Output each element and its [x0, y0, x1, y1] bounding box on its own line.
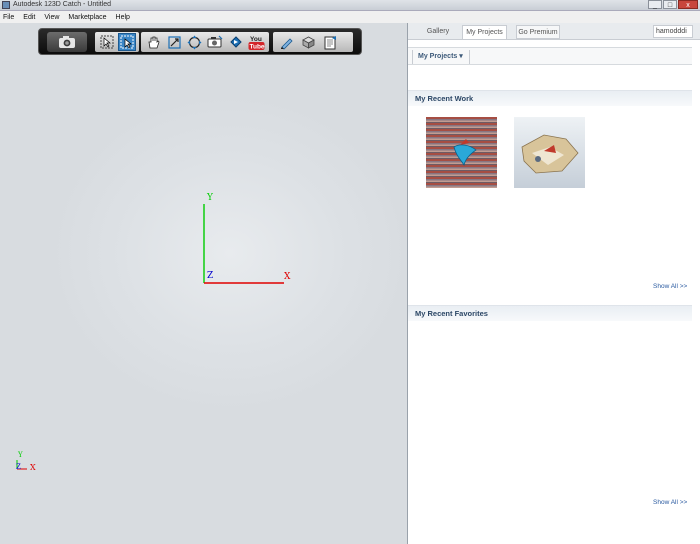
camera-view-icon	[207, 35, 223, 48]
mini-x-axis-label: X	[30, 463, 36, 472]
mini-z-axis-label: Z	[16, 463, 21, 471]
export-icon	[301, 36, 315, 49]
maximize-button[interactable]: □	[663, 0, 677, 9]
window-title: Autodesk 123D Catch - Untitled	[13, 1, 112, 8]
main-toolbar: You Tube	[38, 28, 362, 55]
title-bar: Autodesk 123D Catch - Untitled _ □ x	[0, 0, 700, 11]
orbit-icon	[187, 35, 202, 49]
select-box-tool-button[interactable]	[117, 33, 136, 51]
axis-gizmo	[16, 204, 284, 470]
menu-marketplace[interactable]: Marketplace	[68, 14, 106, 21]
my-projects-dropdown[interactable]: My Projects ▾	[412, 50, 470, 64]
recent-work-thumbnail-1[interactable]	[426, 117, 497, 188]
close-button[interactable]: x	[678, 0, 698, 9]
side-panel: Gallery My Projects Go Premium hamodddi …	[407, 23, 700, 544]
youtube-button[interactable]: You Tube	[247, 33, 266, 51]
menu-help[interactable]: Help	[116, 14, 130, 21]
navigation-tools: You Tube	[141, 32, 269, 52]
menu-edit[interactable]: Edit	[23, 14, 35, 21]
project-thumbnail-rug	[426, 117, 497, 188]
capture-button[interactable]	[47, 32, 87, 52]
recent-favorites-heading: My Recent Favorites	[408, 305, 692, 321]
minimize-button[interactable]: _	[648, 0, 662, 9]
pen-icon	[280, 37, 293, 50]
video-icon	[230, 36, 242, 48]
menu-view[interactable]: View	[44, 14, 59, 21]
recent-work-heading: My Recent Work	[408, 90, 692, 106]
share-tools	[273, 32, 353, 52]
app-icon	[2, 1, 10, 9]
z-axis-label: Z	[207, 271, 214, 281]
pan-icon	[148, 36, 160, 48]
orbit-tool-button[interactable]	[185, 33, 204, 51]
zoom-tool-button[interactable]	[165, 33, 184, 51]
tab-go-premium[interactable]: Go Premium	[516, 25, 560, 39]
select-tool-button[interactable]	[98, 33, 116, 51]
window-controls: _ □ x	[647, 0, 698, 10]
pen-tool-button[interactable]	[276, 33, 296, 51]
viewport-3d[interactable]: Y X Z Y X Z	[0, 23, 407, 544]
y-axis-label: Y	[207, 193, 213, 203]
user-name[interactable]: hamodddi	[653, 25, 693, 38]
export-button[interactable]	[298, 33, 318, 51]
tab-gallery[interactable]: Gallery	[420, 25, 456, 39]
menu-bar: File Edit View Marketplace Help	[0, 11, 700, 23]
tab-my-projects[interactable]: My Projects	[462, 25, 507, 39]
recent-favorites-show-all-link[interactable]: Show All >>	[653, 499, 687, 506]
zoom-icon	[167, 35, 181, 49]
project-thumbnail-model	[514, 117, 585, 188]
camera-icon	[59, 36, 75, 48]
mini-y-axis-label: Y	[18, 451, 23, 459]
youtube-label-bottom: Tube	[250, 43, 265, 50]
recent-work-show-all-link[interactable]: Show All >>	[653, 283, 687, 290]
camera-view-button[interactable]	[206, 33, 225, 51]
x-axis-label: X	[284, 272, 291, 282]
video-button[interactable]	[227, 33, 246, 51]
youtube-label-top: You	[250, 36, 262, 43]
projects-bar: My Projects ▾	[408, 47, 692, 65]
menu-file[interactable]: File	[3, 14, 14, 21]
notes-button[interactable]	[320, 33, 340, 51]
recent-work-thumbnail-2[interactable]	[514, 117, 585, 188]
select-icon	[100, 35, 114, 49]
notes-icon	[324, 35, 336, 49]
selection-tools	[95, 32, 139, 52]
select-box-icon	[120, 35, 134, 49]
pan-tool-button[interactable]	[144, 33, 163, 51]
panel-tabs: Gallery My Projects Go Premium hamodddi	[408, 23, 700, 40]
youtube-icon: You Tube	[248, 36, 265, 50]
